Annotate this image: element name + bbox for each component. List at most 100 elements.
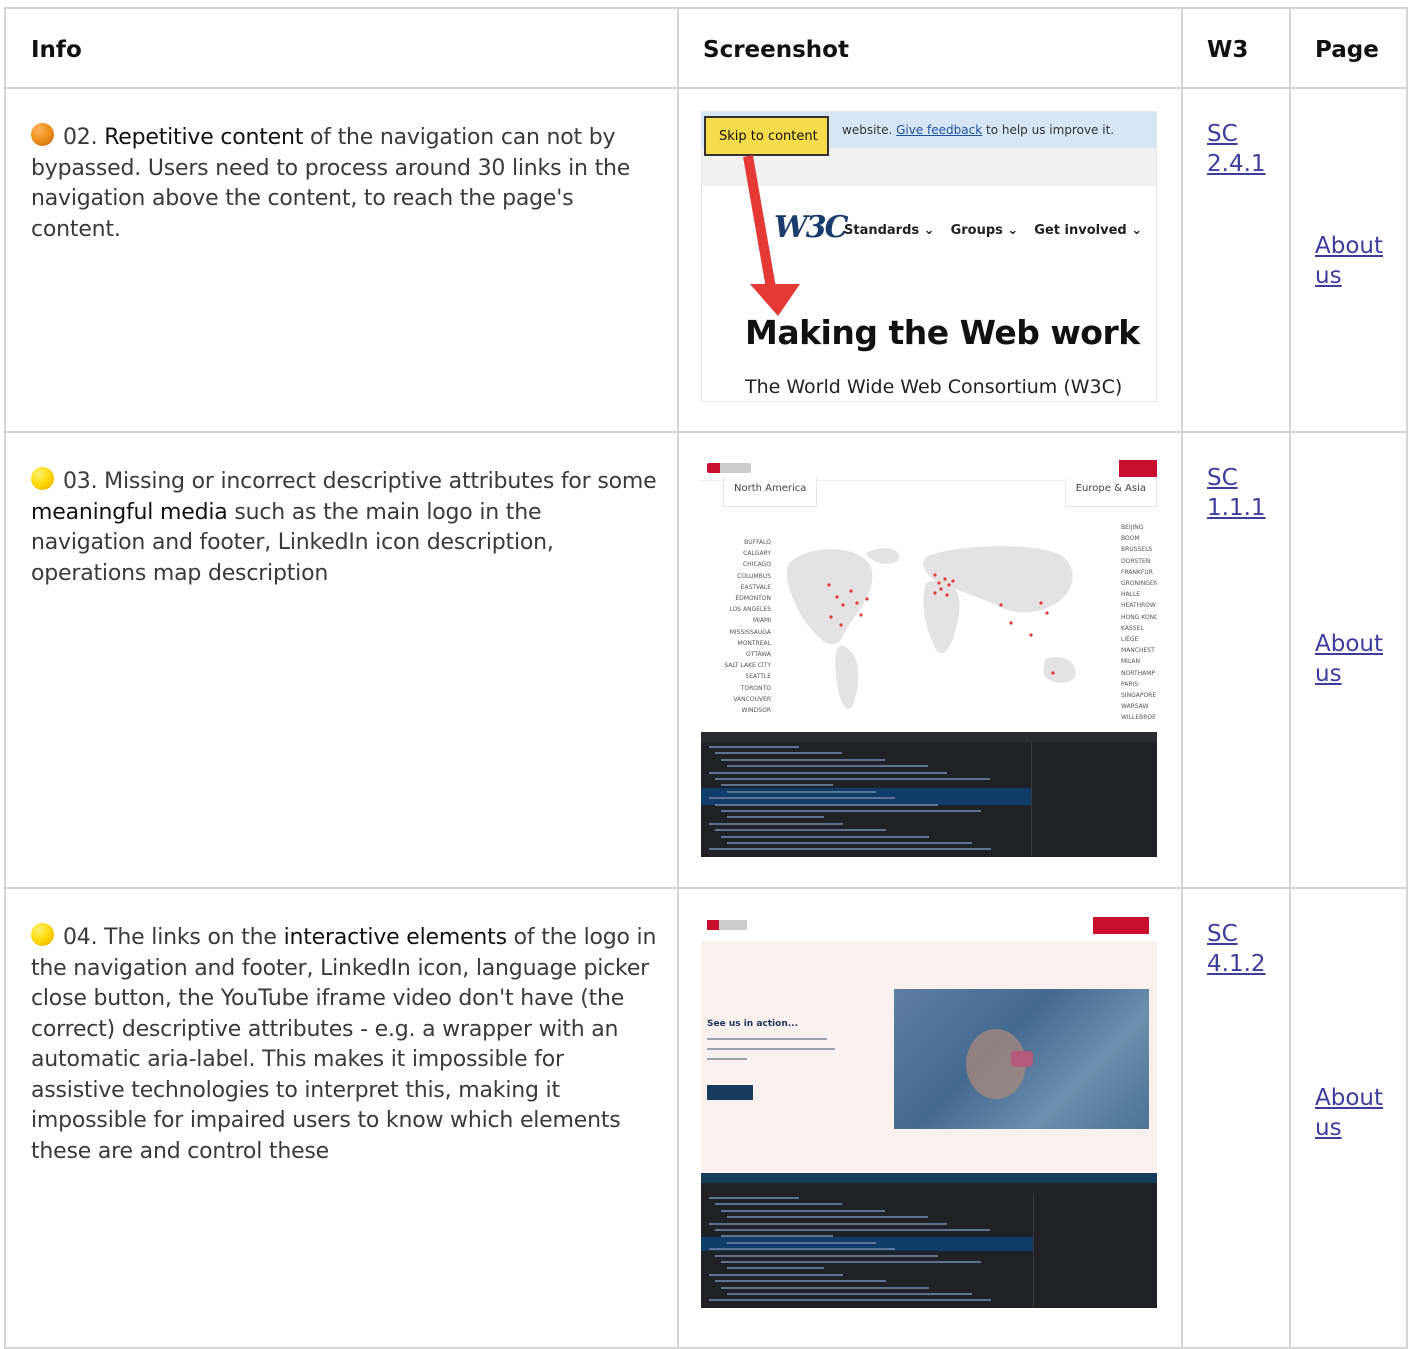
header-info: Info (4, 7, 679, 89)
sc-link[interactable]: SC 2.4.1 (1207, 119, 1289, 179)
devtools-panel (701, 732, 1157, 857)
header-screenshot: Screenshot (677, 7, 1183, 89)
map-location-dot (839, 623, 843, 627)
issue-number: 04. (63, 925, 98, 950)
map-location-dot (1051, 671, 1055, 675)
map-location-dot (835, 595, 839, 599)
issue-highlight: Repetitive content (104, 125, 304, 150)
orange-severity-icon (31, 123, 54, 146)
devtools-code-line (727, 1216, 928, 1219)
video-screenshot: See us in action... (701, 911, 1157, 1308)
devtools-code-line (715, 1203, 842, 1206)
devtools-code-line (715, 803, 938, 806)
about-us-link[interactable]: About us (1315, 231, 1406, 291)
map-location-dot (1045, 611, 1049, 615)
devtools-panel (701, 1173, 1157, 1308)
devtools-code-line (721, 1286, 929, 1289)
devtools-code-line (709, 797, 895, 800)
sc-link[interactable]: SC 4.1.2 (1207, 919, 1289, 979)
map-location-dot (859, 613, 863, 617)
devtools-code-line (709, 1273, 843, 1276)
table-row: 02. Repetitive content of the navigation… (4, 87, 1408, 433)
map-location-dot (943, 577, 947, 581)
header-page: Page (1289, 7, 1408, 89)
devtools-code-line (727, 790, 876, 793)
header-row: Info Screenshot W3 Page (4, 7, 1408, 89)
page-cell: About us (1289, 431, 1408, 889)
devtools-code-line (721, 758, 885, 761)
issue-number: 02. (63, 125, 98, 150)
map-location-dot (827, 583, 831, 587)
issue-prefix: The links on the (97, 925, 284, 950)
devtools-tabs (701, 732, 1157, 742)
info-cell: 03. Missing or incorrect descriptive att… (4, 431, 679, 889)
devtools-code-line (727, 1241, 876, 1244)
devtools-code-line (715, 1229, 990, 1231)
map-location-dot (865, 597, 869, 601)
audit-table: Info Screenshot W3 Page 02. Repetitive c… (4, 7, 1408, 1349)
issue-text: of the logo in the navigation and footer… (31, 925, 657, 1164)
devtools-code-line (721, 835, 929, 838)
devtools-code-line (709, 1248, 895, 1251)
map-location-dot (937, 581, 941, 585)
issue-highlight: meaningful media (31, 499, 228, 525)
devtools-code-line (727, 765, 928, 768)
devtools-code-line (721, 1235, 833, 1238)
get-in-touch-button (707, 1085, 753, 1100)
about-us-link[interactable]: About us (1315, 1083, 1406, 1143)
map-location-dot (939, 587, 943, 591)
site-header (701, 911, 1157, 941)
devtools-code-line (709, 822, 843, 825)
devtools-code-line (721, 1209, 885, 1212)
red-arrow-icon (743, 155, 800, 316)
about-us-link[interactable]: About us (1315, 629, 1406, 689)
screenshot-cell: North America Europe & Asia BUFFALO CALGA… (677, 431, 1183, 889)
screenshot-cell: website. Give feedback to help us improv… (677, 87, 1183, 433)
devtools-code-line (727, 842, 972, 844)
devtools-code-line (709, 1197, 799, 1199)
devtools-code-line (715, 778, 990, 780)
map-location-dot (933, 591, 937, 595)
issue-number: 03. (63, 469, 98, 494)
table-row: 04. The links on the interactive element… (4, 887, 1408, 1349)
header-w3: W3 (1181, 7, 1291, 89)
issue-highlight: interactive elements (283, 925, 508, 950)
page-cell: About us (1289, 87, 1408, 433)
map-location-dot (1009, 621, 1013, 625)
w3-cell: SC 1.1.1 (1181, 431, 1291, 889)
map-location-dot (855, 601, 859, 605)
page-cell: About us (1289, 887, 1408, 1349)
landmark-logo (707, 920, 747, 930)
devtools-code-line (715, 752, 842, 755)
info-cell: 02. Repetitive content of the navigation… (4, 87, 679, 433)
devtools-code-line (721, 784, 833, 787)
devtools-styles-pane (1031, 742, 1157, 857)
w3-cell: SC 4.1.2 (1181, 887, 1291, 1349)
business-inquiry-button (1093, 917, 1149, 934)
map-location-dot (829, 615, 833, 619)
info-cell: 04. The links on the interactive element… (4, 887, 679, 1349)
yellow-severity-icon (31, 467, 54, 490)
devtools-code-line (715, 829, 886, 832)
devtools-code-line (727, 816, 824, 819)
sc-link[interactable]: SC 1.1.1 (1207, 463, 1289, 523)
devtools-code-line (709, 746, 799, 748)
hero-paragraph (707, 1038, 847, 1068)
map-location-dot (951, 579, 955, 583)
map-location-dot (1039, 601, 1043, 605)
see-us-title: See us in action... (707, 1019, 798, 1029)
devtools-code-line (727, 1267, 824, 1270)
world-map-icon (786, 546, 1076, 710)
map-location-dot (933, 573, 937, 577)
devtools-code-line (721, 1261, 981, 1263)
yellow-severity-icon (31, 923, 54, 946)
devtools-styles-pane (1033, 1193, 1157, 1308)
map-location-dot (945, 593, 949, 597)
map-location-dot (849, 589, 853, 593)
screenshot-cell: See us in action... (677, 887, 1183, 1349)
devtools-code-line (709, 771, 947, 774)
devtools-code-line (715, 1280, 886, 1283)
devtools-code-line (709, 1222, 947, 1225)
issue-prefix: Missing or incorrect descriptive attribu… (97, 469, 657, 494)
map-location-dot (999, 603, 1003, 607)
